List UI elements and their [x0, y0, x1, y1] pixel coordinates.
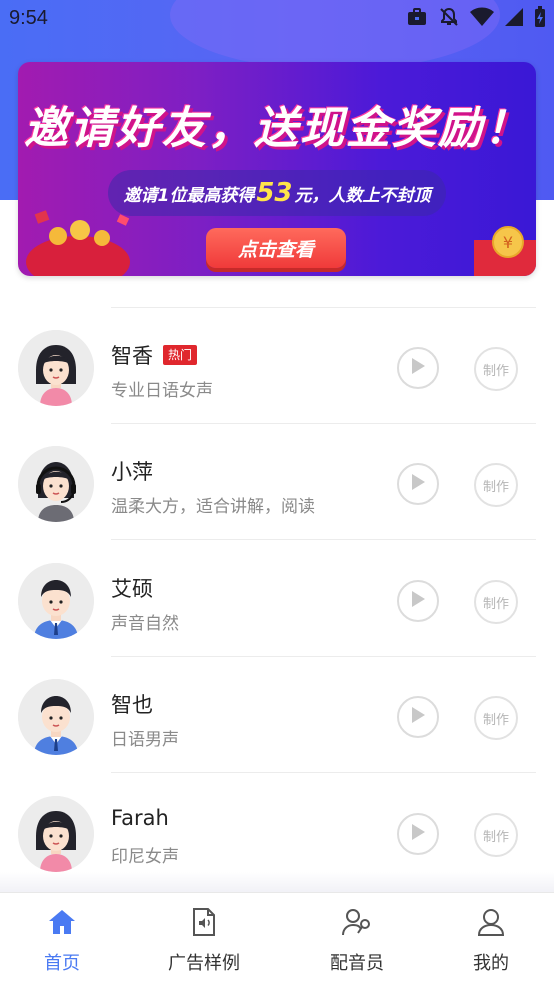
- tab-home-label: 首页: [44, 953, 80, 974]
- banner-title: 邀请好友，送现金奖励！: [24, 103, 530, 154]
- make-button[interactable]: 制作: [474, 696, 518, 740]
- play-button[interactable]: [397, 580, 439, 622]
- voice-name: 艾硕: [111, 577, 153, 601]
- row-divider: [111, 772, 536, 773]
- notifications-off-icon: [438, 6, 460, 28]
- play-icon: [410, 473, 426, 495]
- make-button[interactable]: 制作: [474, 347, 518, 391]
- invite-banner[interactable]: ¥ 邀请好友，送现金奖励！ 邀请1位最高获得 53 元，人数上不封顶 点击查看: [18, 62, 536, 276]
- voice-name: 智香: [111, 344, 153, 368]
- banner-view-button[interactable]: 点击查看: [206, 228, 346, 268]
- play-button[interactable]: [397, 696, 439, 738]
- banner-subtitle-suffix: 元，人数上不封顶: [294, 185, 431, 206]
- play-icon: [410, 590, 426, 612]
- wifi-icon: [470, 7, 494, 27]
- voice-actor-icon: [341, 907, 373, 941]
- make-button[interactable]: 制作: [474, 580, 518, 624]
- voice-description: 印尼女声: [111, 847, 179, 867]
- voice-description: 专业日语女声: [111, 381, 213, 401]
- hot-badge: 热门: [163, 345, 198, 365]
- voice-description: 温柔大方，适合讲解，阅读: [111, 497, 315, 517]
- play-button[interactable]: [397, 813, 439, 855]
- tab-voice-actors-label: 配音员: [330, 953, 384, 974]
- bottom-tab-bar: 首页 广告样例 配音员 我的: [0, 892, 554, 987]
- banner-subtitle-prefix: 邀请1位最高获得: [123, 185, 255, 206]
- tab-ad-samples[interactable]: 广告样例: [135, 893, 273, 987]
- row-divider: [111, 539, 536, 540]
- voice-list-item[interactable]: 小萍温柔大方，适合讲解，阅读 制作: [0, 424, 554, 540]
- tab-profile[interactable]: 我的: [422, 893, 554, 987]
- profile-icon: [476, 907, 506, 941]
- play-icon: [410, 706, 426, 728]
- voice-list-item[interactable]: 艾硕声音自然 制作: [0, 541, 554, 657]
- tab-voice-actors[interactable]: 配音员: [288, 893, 426, 987]
- tab-home[interactable]: 首页: [0, 893, 131, 987]
- coin-envelope-decoration: ¥: [474, 226, 536, 276]
- play-icon: [410, 357, 426, 379]
- home-icon: [47, 907, 77, 941]
- status-bar: 9:54: [0, 0, 554, 38]
- bottom-fade: [0, 872, 554, 894]
- svg-text:¥: ¥: [503, 233, 513, 252]
- voice-name: 小萍: [111, 460, 153, 484]
- play-button[interactable]: [397, 347, 439, 389]
- play-button[interactable]: [397, 463, 439, 505]
- voice-avatar: [18, 446, 94, 522]
- voice-avatar: [18, 679, 94, 755]
- voice-name: Farah: [111, 806, 169, 830]
- status-time: 9:54: [9, 7, 48, 29]
- battery-charging-icon: [534, 6, 546, 28]
- voice-list-item[interactable]: 智也日语男声 制作: [0, 657, 554, 773]
- voice-list-item[interactable]: 智香 热门专业日语女声 制作: [0, 308, 554, 424]
- voice-avatar: [18, 563, 94, 639]
- briefcase-icon: [406, 7, 428, 27]
- make-button[interactable]: 制作: [474, 813, 518, 857]
- voice-avatar: [18, 796, 94, 872]
- make-button[interactable]: 制作: [474, 463, 518, 507]
- voice-description: 日语男声: [111, 730, 179, 750]
- voice-name: 智也: [111, 693, 153, 717]
- banner-subtitle: 邀请1位最高获得 53 元，人数上不封顶: [108, 170, 446, 216]
- play-icon: [410, 823, 426, 845]
- tab-profile-label: 我的: [473, 953, 509, 974]
- voice-description: 声音自然: [111, 614, 179, 634]
- cell-signal-icon: [504, 7, 524, 27]
- tab-ad-samples-label: 广告样例: [168, 953, 240, 974]
- voice-avatar: [18, 330, 94, 406]
- audio-file-icon: [190, 907, 218, 941]
- banner-reward-amount: 53: [256, 178, 293, 208]
